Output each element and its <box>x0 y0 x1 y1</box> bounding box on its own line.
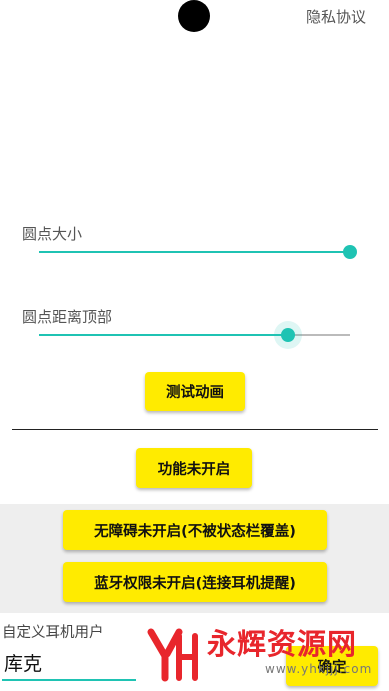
watermark-text: 永辉资源网 www.yhkjjj.com <box>207 626 372 676</box>
test-animation-button[interactable]: 测试动画 <box>145 372 245 411</box>
custom-headset-user-label: 自定义耳机用户 <box>2 625 104 641</box>
privacy-policy-link[interactable]: 隐私协议 <box>306 6 366 27</box>
watermark: 永辉资源网 www.yhkjjj.com <box>143 626 383 688</box>
function-status-button[interactable]: 功能未开启 <box>136 448 252 488</box>
divider <box>12 429 378 430</box>
dot-size-slider-fill <box>39 251 350 253</box>
custom-headset-user-input[interactable] <box>2 645 136 681</box>
accessibility-permission-button[interactable]: 无障碍未开启(不被状态栏覆盖) <box>63 510 327 550</box>
dot-distance-slider[interactable] <box>39 321 350 349</box>
watermark-logo-icon <box>147 628 198 682</box>
watermark-title: 永辉资源网 <box>207 627 358 661</box>
dot-size-slider[interactable] <box>39 245 357 259</box>
dot-distance-slider-thumb[interactable] <box>280 328 295 342</box>
dot-size-slider-thumb[interactable] <box>343 245 357 259</box>
dot-size-label: 圆点大小 <box>22 225 83 243</box>
dot-preview <box>178 0 210 32</box>
watermark-url: www.yhkjjj.com <box>265 662 373 676</box>
dot-distance-label: 圆点距离顶部 <box>22 308 113 326</box>
dot-distance-slider-fill <box>39 334 288 336</box>
bluetooth-permission-button[interactable]: 蓝牙权限未开启(连接耳机提醒) <box>63 562 327 602</box>
